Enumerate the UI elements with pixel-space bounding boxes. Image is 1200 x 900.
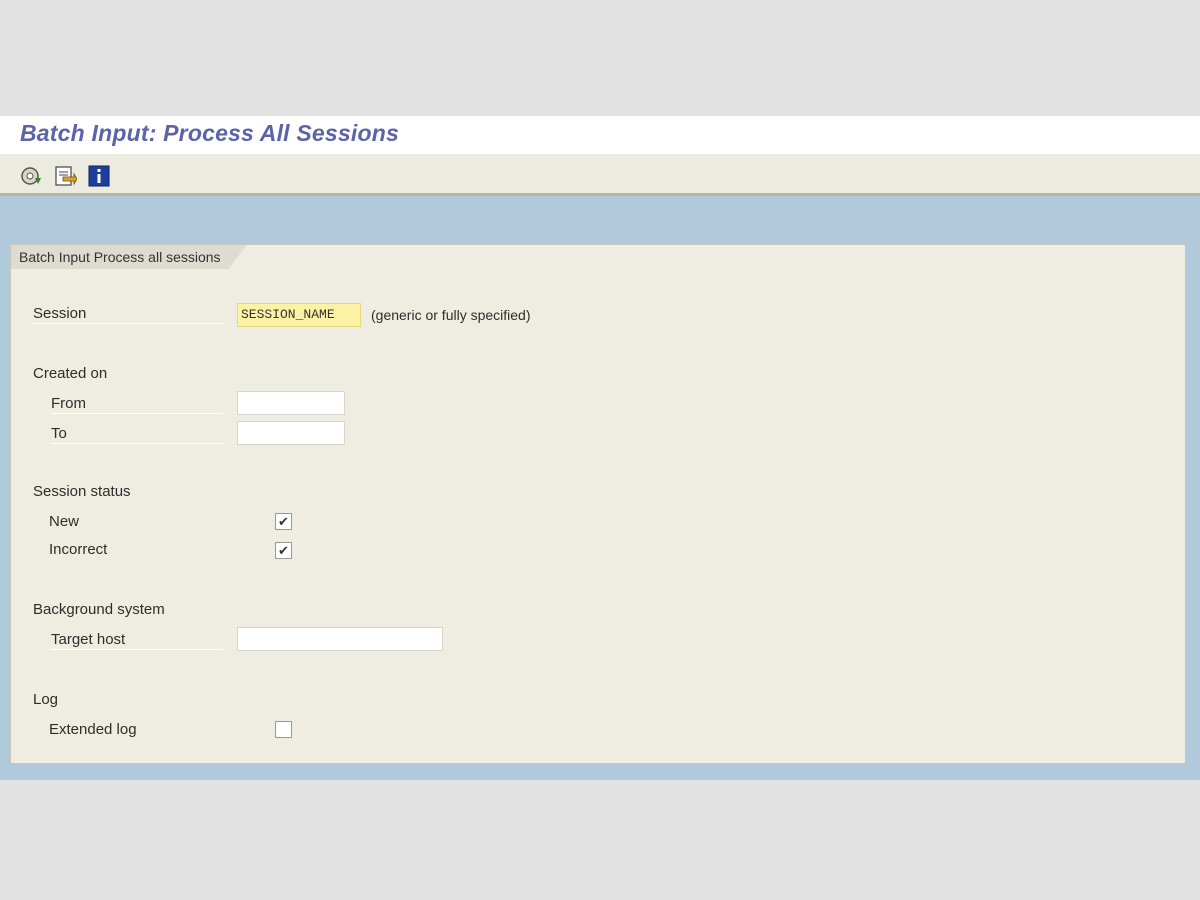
extended-log-label: Extended log: [49, 721, 137, 738]
background-system-label: Background system: [33, 601, 165, 618]
info-button[interactable]: [86, 164, 112, 188]
execute-icon: [21, 167, 41, 185]
session-input[interactable]: SESSION_NAME: [237, 303, 361, 327]
application-toolbar: [0, 154, 1200, 196]
target-host-label: Target host: [51, 631, 223, 650]
screen-canvas: Batch Input Process all sessions Session…: [0, 196, 1200, 780]
incorrect-checkbox[interactable]: ✔: [275, 542, 292, 559]
screen-title: Batch Input: Process All Sessions: [20, 120, 399, 146]
frame-title: Batch Input Process all sessions: [11, 245, 247, 269]
created-on-label: Created on: [33, 365, 108, 382]
to-date-input[interactable]: [237, 421, 345, 445]
info-icon: [88, 165, 110, 187]
get-variant-button[interactable]: [52, 164, 78, 188]
session-label: Session: [33, 305, 223, 324]
get-variant-icon: [55, 166, 77, 186]
to-label: To: [51, 425, 223, 444]
sap-screen: Batch Input: Process All Sessions Batch …: [0, 116, 1200, 780]
selection-frame: Batch Input Process all sessions Session…: [10, 244, 1186, 764]
extended-log-checkbox[interactable]: [275, 721, 292, 738]
incorrect-label: Incorrect: [49, 541, 108, 558]
new-checkbox[interactable]: ✔: [275, 513, 292, 530]
title-bar: Batch Input: Process All Sessions: [0, 116, 1200, 154]
new-label: New: [49, 513, 80, 530]
from-label: From: [51, 395, 223, 414]
log-label: Log: [33, 691, 59, 708]
execute-button[interactable]: [18, 164, 44, 188]
session-status-label: Session status: [33, 483, 131, 500]
session-hint: (generic or fully specified): [371, 307, 531, 323]
from-date-input[interactable]: [237, 391, 345, 415]
target-host-input[interactable]: [237, 627, 443, 651]
